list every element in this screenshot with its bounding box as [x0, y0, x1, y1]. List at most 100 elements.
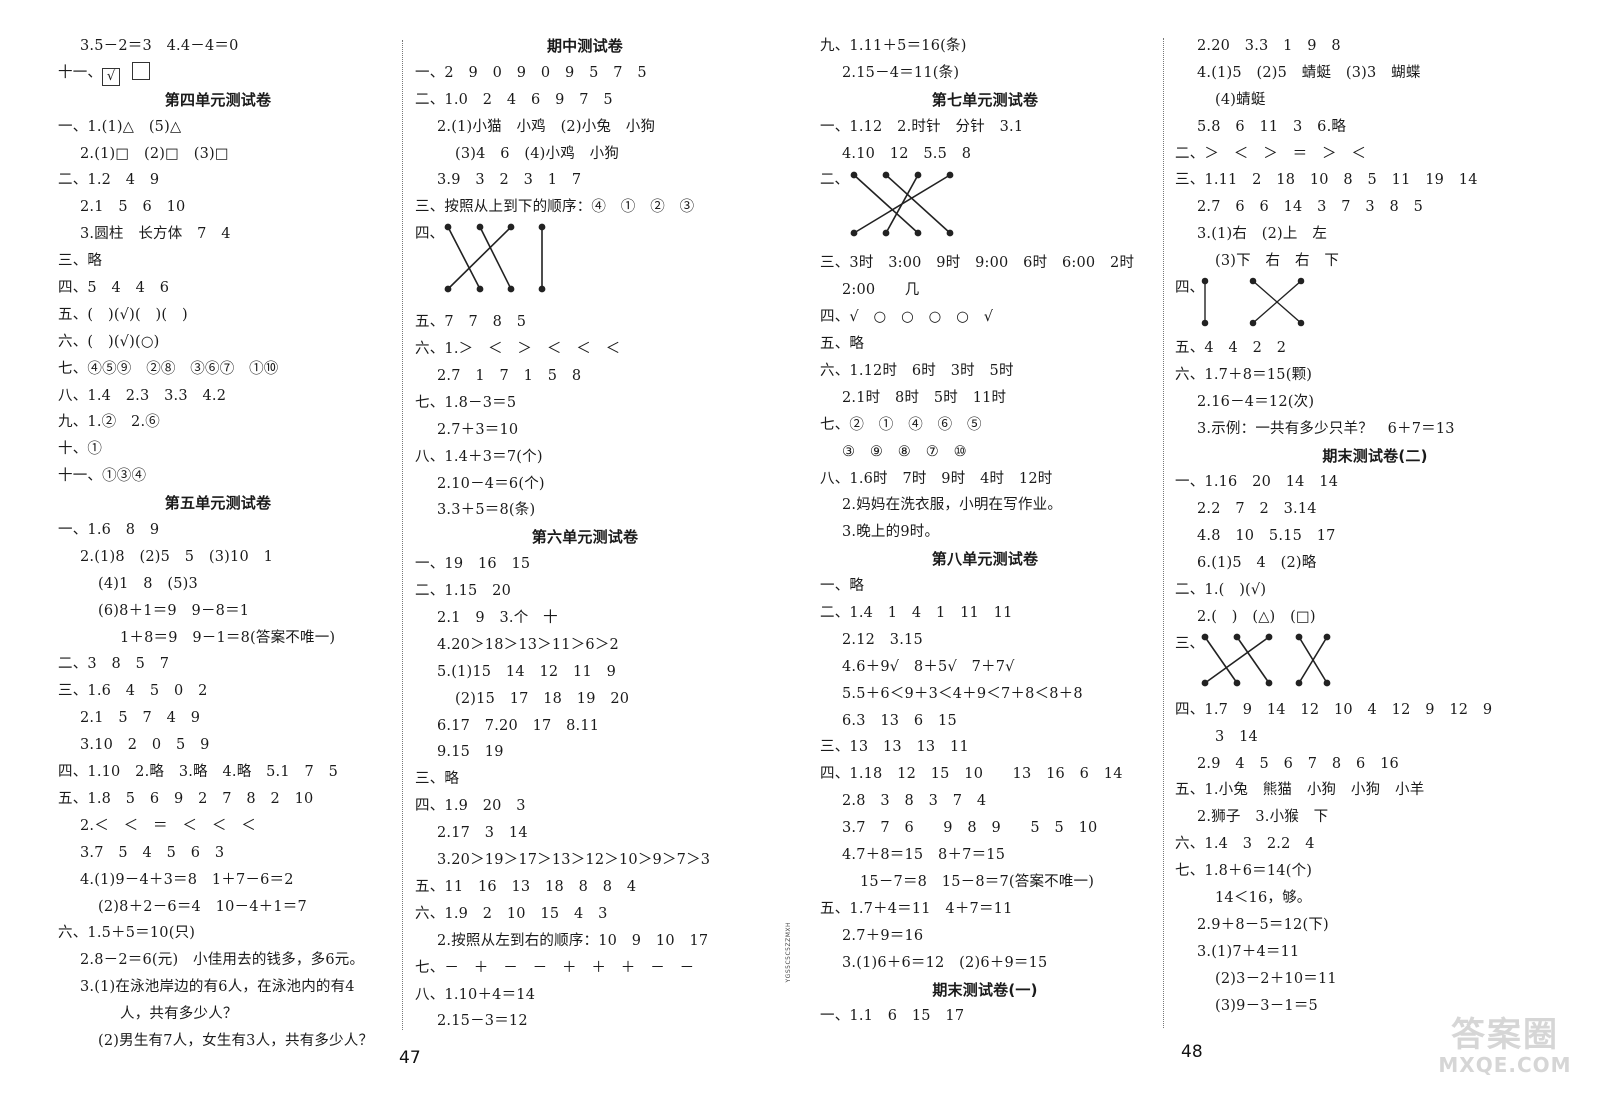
answer-line: 八、1.4＋3＝7(个) [415, 448, 543, 465]
answer-line: 七、② ① ④ ⑥ ⑤ [820, 416, 982, 433]
answer-line: 二、1.4 1 4 1 11 11 [820, 605, 1013, 622]
answer-line: 2.(1)□ (2)□ (3)□ [80, 145, 229, 162]
answer-line: 3.(1)7＋4＝11 [1197, 943, 1300, 960]
answer-line: 四、1.7 9 14 12 10 4 12 9 12 9 [1175, 701, 1493, 718]
matching-lines [1201, 277, 1305, 327]
answer-line: 十、① [58, 441, 103, 458]
answer-line: 2.9＋8－5＝12(下) [1197, 916, 1329, 933]
answer-line: 2.8－2＝6(元) 小佳用去的钱多，多6元。 [80, 952, 365, 969]
answer-line: 四、5 4 4 6 [58, 280, 170, 297]
watermark-logo: 答案圈 MXQE.COM [1420, 1018, 1590, 1075]
answer-line: 二、1.( )(√) [1175, 582, 1267, 599]
section-label: 四、 [415, 226, 444, 243]
matching-lines [1201, 633, 1331, 687]
answer-line: 七、1.8＋6＝14(个) [1175, 863, 1313, 880]
matching-lines [850, 172, 954, 237]
answer-line: 2.1 5 6 10 [80, 199, 186, 216]
answer-line: 2.1 9 3.个 十 [437, 610, 558, 627]
answer-line: 二、1.2 4 9 [58, 172, 160, 189]
answer-line: 五、略 [820, 336, 865, 353]
answer-line: 2.1 5 7 4 9 [80, 710, 201, 727]
watermark-url: MXQE.COM [1438, 1053, 1572, 1077]
answer-line: (2)15 17 18 19 20 [455, 690, 630, 707]
answer-line: 六、1.12时 6时 3时 5时 [820, 363, 1014, 380]
unit5-answers: 一、1.6 8 9 2.(1)8 (2)5 5 (3)10 1 (4)1 8 (5)… [58, 517, 398, 1055]
answer-line: 3.(1)6＋6＝12 (2)6＋9＝15 [842, 954, 1048, 971]
answer-line: 2.12 3.15 [842, 631, 923, 648]
answer-line: 4.(1)9－4＋3＝8 1＋7－6＝2 [80, 871, 294, 888]
answer-line: 三、按照从上到下的顺序：④ ① ② ③ [415, 199, 695, 216]
answer-line: 四、1.10 2.略 3.略 4.略 5.1 7 5 [58, 764, 338, 781]
answer-line: 3.圆柱 长方体 7 4 [80, 226, 231, 243]
matching-diagram-midterm: 四、 [415, 221, 755, 309]
column-3: 九、1.11＋5＝16(条) 2.15－4＝11(条) 第七单元测试卷 一、1.1… [820, 33, 1150, 1030]
answer-line: 6.3 13 6 15 [842, 712, 957, 729]
answer-line: 2.狮子 3.小猴 下 [1197, 809, 1329, 826]
answer-line: 3.5－2＝3 4.4－4＝0 [80, 38, 239, 54]
answer-line: 2.( ) (△) (□) [1197, 608, 1316, 625]
answer-line: 一、略 [820, 578, 865, 595]
final1-answers-b: 五、4 4 2 2 六、1.7＋8＝15(颗) 2.16－4＝12(次) 3.示例：一… [1175, 335, 1575, 443]
answer-line: 2:00 几 [842, 282, 920, 299]
answer-line: 1＋8＝9 9－1＝8(答案不唯一) [120, 629, 336, 646]
column-separator-left-page [402, 40, 403, 1030]
column-separator-right-page [1163, 38, 1164, 1028]
answer-line: 四、1.9 20 3 [415, 798, 526, 815]
unit4-answers: 一、1.(1)△ (5)△ 2.(1)□ (2)□ (3)□ 二、1.2 4 9 2.… [58, 114, 398, 490]
answer-line: 十一、①③④ [58, 468, 147, 485]
matching-diagram-unit7: 二、 [820, 167, 1150, 250]
answer-line: 2.7＋9＝16 [842, 927, 924, 944]
answer-line: 2.17 3 14 [437, 825, 528, 842]
answer-line: 二、1.0 2 4 6 9 7 5 [415, 91, 613, 108]
matching-diagram-final1: 四、 [1175, 275, 1575, 335]
empty-box [132, 61, 151, 80]
answer-line: 3.20＞19＞17＞13＞12＞10＞9＞7＞3 [437, 852, 711, 869]
answer-line: (3)4 6 (4)小鸡 小狗 [455, 145, 620, 162]
column-4: 2.20 3.3 1 9 8 4.(1)5 (2)5 蜻蜓 (3)3 蝴蝶 (4)蜻… [1175, 33, 1575, 1020]
final2-answers-b: 四、1.7 9 14 12 10 4 12 9 12 9 3 14 2.9 4 5 … [1175, 697, 1575, 1020]
answer-line: 三、1.6 4 5 0 2 [58, 683, 208, 700]
answer-line: 2.(1)小猫 小鸡 (2)小兔 小狗 [437, 118, 656, 135]
answer-line: 4.(1)5 (2)5 蜻蜓 (3)3 蝴蝶 [1197, 64, 1421, 81]
answer-line: 四、√ ○ ○ ○ ○ √ [820, 309, 994, 326]
answer-line: 五、1.小兔 熊猫 小狗 小狗 小羊 [1175, 782, 1425, 799]
final1-answers: 一、1.1 6 15 17 [820, 1003, 1150, 1030]
answer-line: 一、1.(1)△ (5)△ [58, 118, 182, 135]
answer-line: 六、1.＞ ＜ ＞ ＜ ＜ ＜ [415, 341, 621, 358]
answer-line: 5.5＋6＜9＋3＜4＋9＜7＋8＜8＋8 [842, 685, 1083, 702]
answer-line: 三、略 [415, 771, 460, 788]
answer-line: 六、1.4 3 2.2 4 [1175, 836, 1315, 853]
section-title-unit7: 第七单元测试卷 [931, 90, 1039, 109]
column-2: 期中测试卷 一、2 9 0 9 0 9 5 7 5 二、1.0 2 4 6 9 7… [415, 33, 755, 1035]
answer-line: 三、略 [58, 253, 103, 270]
final1-continued-answers: 2.20 3.3 1 9 8 4.(1)5 (2)5 蜻蜓 (3)3 蝴蝶 (4)蜻… [1175, 33, 1575, 275]
answer-line: 二、＞ ＜ ＞ ＝ ＞ ＜ [1175, 145, 1367, 162]
answer-line: 4.8 10 5.15 17 [1197, 528, 1336, 545]
page-number-right: 48 [1181, 1042, 1203, 1062]
answer-line: 2.15－4＝11(条) [842, 64, 960, 81]
midterm-answers-a: 一、2 9 0 9 0 9 5 7 5 二、1.0 2 4 6 9 7 5 2.(1… [415, 60, 755, 221]
answer-line: 五、4 4 2 2 [1175, 340, 1287, 357]
answer-line: 三、13 13 13 11 [820, 739, 969, 756]
page-number-left: 47 [399, 1048, 421, 1068]
answer-line: (2)3－2＋10＝11 [1215, 970, 1337, 987]
section-label: 十一、 [58, 64, 103, 81]
answer-line: 4.20＞18＞13＞11＞6＞2 [437, 636, 619, 653]
answer-line: 五、7 7 8 5 [415, 314, 527, 331]
answer-line: 3.9 3 2 3 1 7 [437, 172, 582, 189]
answer-line: 一、1.12 2.时针 分针 3.1 [820, 118, 1024, 135]
answer-line: 六、1.7＋8＝15(颗) [1175, 366, 1313, 383]
side-code: YGS5C5C5ZZMXH [785, 922, 792, 983]
unit7-answers-b: 三、3时 3:00 9时 9:00 6时 6:00 2时 2:00 几四、√ ○ … [820, 250, 1150, 546]
answer-line: 2.8 3 8 3 7 4 [842, 793, 987, 810]
answer-line: (2)8＋2－6＝4 10－4＋1＝7 [98, 898, 307, 915]
answer-line: 3.示例：一共有多少只羊？ 6＋7＝13 [1197, 420, 1455, 437]
section-title-unit4: 第四单元测试卷 [164, 90, 272, 109]
unit7-answers-a: 一、1.12 2.时针 分针 3.1 4.10 12 5.5 8 [820, 114, 1150, 168]
answer-line: (4)蜻蜓 [1215, 91, 1266, 108]
answer-line: 2.妈妈在洗衣服，小明在写作业。 [842, 497, 1063, 514]
matching-lines [444, 223, 546, 293]
answer-line: 2.(1)8 (2)5 5 (3)10 1 [80, 548, 274, 565]
answer-line: 五、1.7＋4＝11 4＋7＝11 [820, 900, 1013, 917]
answer-line: 3.7 5 4 5 6 3 [80, 844, 225, 861]
